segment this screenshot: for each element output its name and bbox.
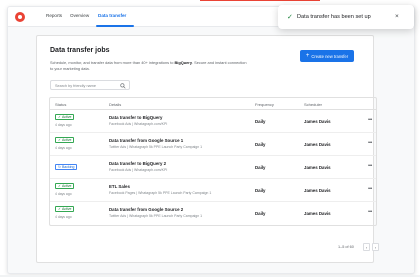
transfer-name[interactable]: Data transfer to BigQuery 2 bbox=[109, 161, 166, 166]
transfer-name[interactable]: Data transfer from Google Source 1 bbox=[109, 138, 183, 143]
description-text: Schedule, monitor, and transfer data fro… bbox=[50, 60, 175, 65]
check-circle-icon: ✓ bbox=[58, 183, 61, 188]
header-status: Status bbox=[55, 102, 67, 107]
create-button-label: Create new transfer bbox=[311, 53, 349, 59]
status-badge: ↻ Backing bbox=[55, 164, 78, 170]
check-circle-icon: ✓ bbox=[58, 206, 61, 211]
more-options-icon[interactable]: ••• bbox=[368, 209, 372, 215]
description-bold: BigQuery bbox=[174, 60, 192, 65]
table-row[interactable]: ✓ Active 4 days ago Data transfer from Go… bbox=[50, 133, 376, 156]
status-label: Active bbox=[61, 206, 72, 211]
frequency: Daily bbox=[255, 188, 266, 193]
more-options-icon[interactable]: ••• bbox=[368, 163, 372, 169]
scheduler: James Davis bbox=[304, 119, 331, 124]
table-row[interactable]: ✓ Active 4 days ago ETL Sales Facebook Pa… bbox=[50, 179, 376, 202]
last-run: 4 days ago bbox=[55, 123, 72, 127]
page-title: Data transfer jobs bbox=[50, 47, 110, 54]
sync-icon: ↻ bbox=[58, 164, 61, 169]
status-badge: ✓ Active bbox=[55, 206, 75, 212]
check-icon: ✓ bbox=[287, 14, 293, 21]
header-frequency: Frequency bbox=[255, 102, 274, 107]
transfer-name[interactable]: Data transfer to BigQuery bbox=[109, 115, 162, 120]
transfer-source: Facebook Pages | Whatagraph 5k PPE Launc… bbox=[109, 191, 212, 195]
last-run: 4 days ago bbox=[55, 192, 72, 196]
more-options-icon[interactable]: ••• bbox=[368, 186, 372, 192]
table-header: Status Details Frequency Scheduler bbox=[50, 98, 376, 110]
transfer-table: Status Details Frequency Scheduler ✓ Acti… bbox=[49, 97, 377, 226]
transfer-name[interactable]: Data transfer from Google Source 2 bbox=[109, 207, 183, 212]
status-badge: ✓ Active bbox=[55, 183, 75, 189]
tab-overview[interactable]: Overview bbox=[70, 13, 89, 18]
table-row[interactable]: ✓ Active 4 days ago Data transfer from Go… bbox=[50, 202, 376, 225]
status-badge: ✓ Active bbox=[55, 137, 75, 143]
scheduler: James Davis bbox=[304, 188, 331, 193]
header-details: Details bbox=[109, 102, 122, 107]
tab-reports[interactable]: Reports bbox=[46, 13, 62, 18]
page-description: Schedule, monitor, and transfer data fro… bbox=[50, 60, 250, 71]
frequency: Daily bbox=[255, 165, 266, 170]
scheduler: James Davis bbox=[304, 142, 331, 147]
status-label: Active bbox=[61, 137, 72, 142]
next-page-button[interactable]: › bbox=[372, 243, 379, 251]
transfer-source: Facebook Ads | Whatagraph.com/KPI bbox=[109, 122, 168, 126]
active-tab-indicator bbox=[96, 25, 134, 27]
last-run: 4 days ago bbox=[55, 146, 72, 150]
status-label: Active bbox=[61, 183, 72, 188]
create-new-transfer-button[interactable]: + Create new transfer bbox=[300, 50, 354, 62]
more-options-icon[interactable]: ••• bbox=[368, 117, 372, 123]
table-row[interactable]: ↻ Backing Data transfer to BigQuery 2 Fac… bbox=[50, 156, 376, 179]
tab-data-transfer[interactable]: Data transfer bbox=[98, 13, 126, 18]
scheduler: James Davis bbox=[304, 165, 331, 170]
check-circle-icon: ✓ bbox=[58, 114, 61, 119]
frequency: Daily bbox=[255, 142, 266, 147]
table-row[interactable]: ✓ Active 4 days ago Data transfer to BigQ… bbox=[50, 110, 376, 133]
plus-icon: + bbox=[305, 53, 310, 59]
frequency: Daily bbox=[255, 119, 266, 124]
toast-message: Data transfer has been set up bbox=[297, 14, 371, 20]
search-icon[interactable] bbox=[120, 83, 126, 89]
transfer-source: Twitter Ads | Whatagraph 5k PPE Launch P… bbox=[109, 145, 203, 149]
status-label: Backing bbox=[61, 164, 75, 169]
pagination-text: 1–5 of 60 bbox=[338, 245, 354, 249]
status-label: Active bbox=[61, 114, 72, 119]
transfer-source: Twitter Ads | Whatagraph 5k PPE Launch P… bbox=[109, 214, 203, 218]
success-toast: ✓ Data transfer has been set up × bbox=[278, 5, 414, 29]
search-box[interactable] bbox=[50, 80, 130, 90]
scheduler: James Davis bbox=[304, 211, 331, 216]
check-circle-icon: ✓ bbox=[58, 137, 61, 142]
frequency: Daily bbox=[255, 211, 266, 216]
transfer-source: Facebook Ads | Whatagraph.com/KPI bbox=[109, 168, 168, 172]
accent-line bbox=[200, 0, 320, 1]
more-options-icon[interactable]: ••• bbox=[368, 140, 372, 146]
search-input[interactable] bbox=[55, 82, 117, 89]
transfer-name[interactable]: ETL Sales bbox=[109, 184, 130, 189]
header-scheduler: Scheduler bbox=[304, 102, 323, 107]
app-window: Reports Overview Data transfer Data tran… bbox=[7, 6, 415, 274]
last-run: 4 days ago bbox=[55, 215, 72, 219]
close-icon[interactable]: × bbox=[395, 13, 399, 20]
status-badge: ✓ Active bbox=[55, 114, 75, 120]
logo-icon bbox=[15, 12, 25, 22]
prev-page-button[interactable]: ‹ bbox=[363, 243, 370, 251]
